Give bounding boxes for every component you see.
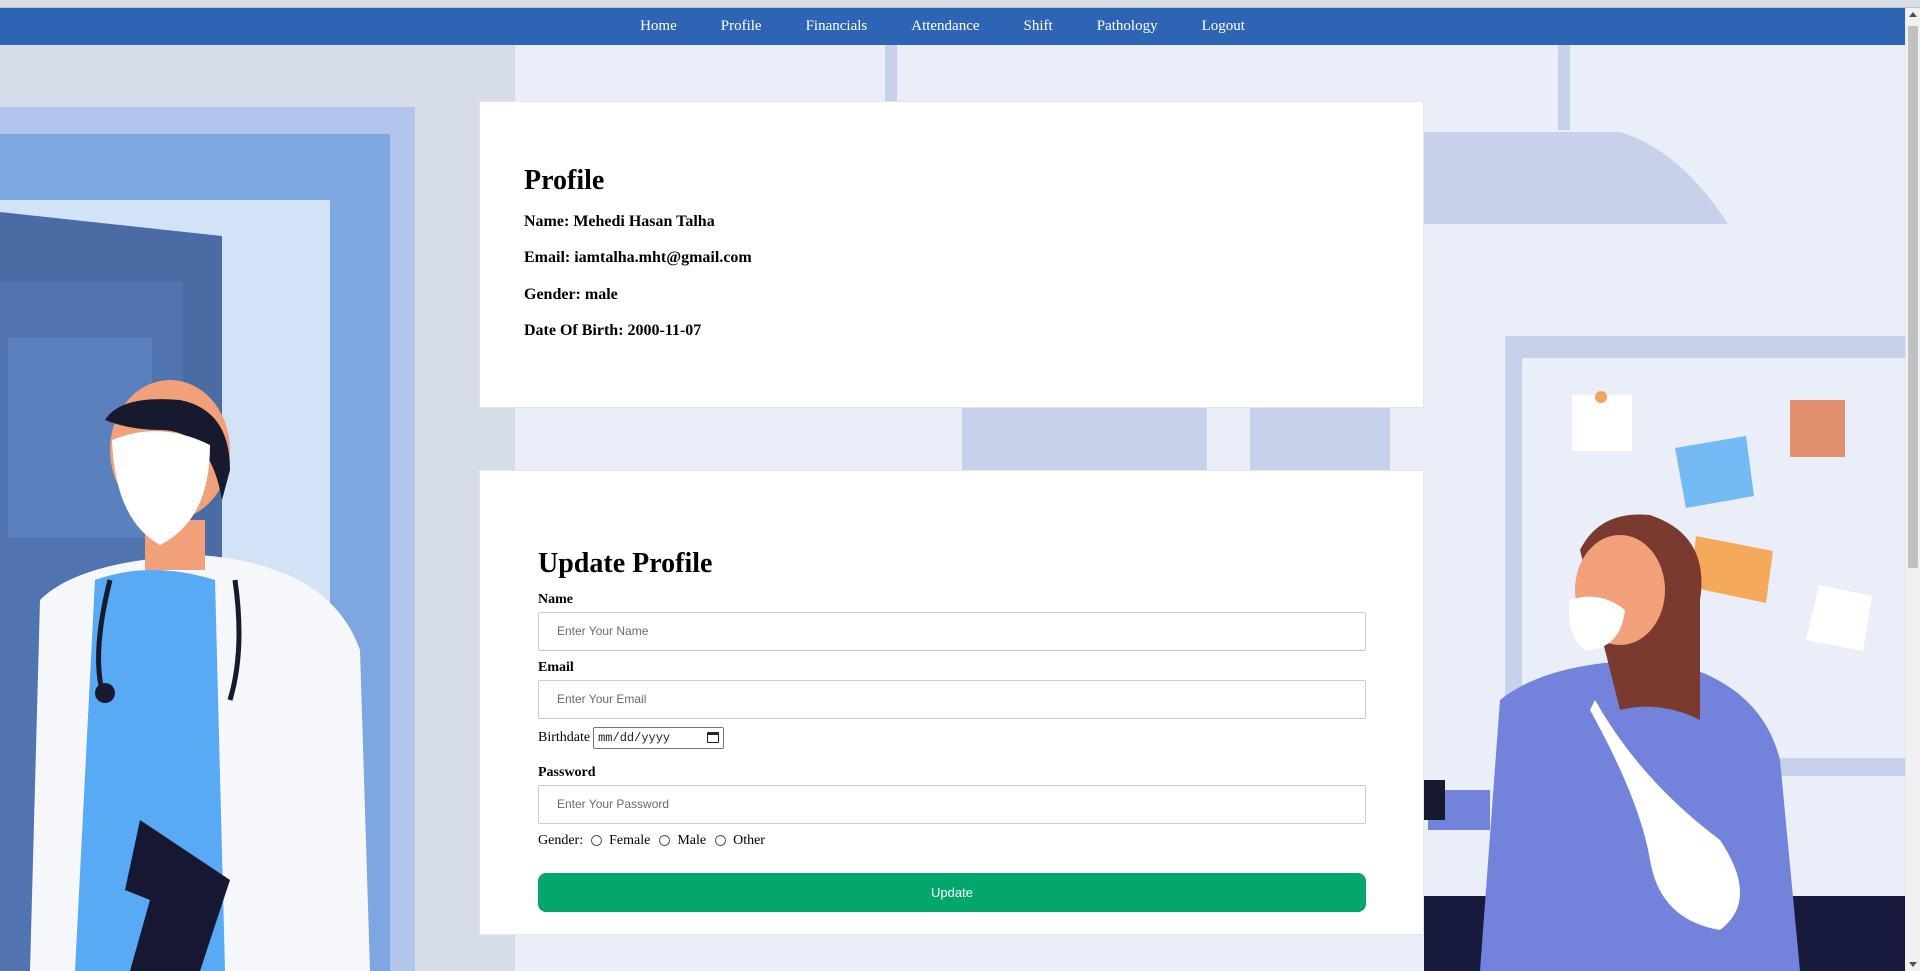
nav-attendance[interactable]: Attendance	[889, 18, 1001, 35]
profile-name-value: Mehedi Hasan Talha	[573, 212, 715, 230]
nav-logout[interactable]: Logout	[1180, 18, 1267, 35]
profile-name-label: Name:	[524, 212, 570, 230]
profile-card: Profile Name: Mehedi Hasan Talha Email: …	[479, 101, 1424, 408]
scrollbar-thumb[interactable]	[1908, 26, 1918, 568]
nav-pathology[interactable]: Pathology	[1075, 18, 1180, 35]
profile-dob-label: Date Of Birth:	[524, 321, 624, 339]
gender-other-radio[interactable]	[715, 835, 727, 847]
gender-other-label: Other	[733, 832, 765, 848]
birthdate-placeholder: mm/dd/yyyy	[598, 730, 671, 745]
nav-home[interactable]: Home	[640, 18, 699, 35]
nav-financials[interactable]: Financials	[784, 18, 890, 35]
name-field-label: Name	[538, 591, 573, 607]
gender-label: Gender:	[538, 832, 584, 848]
name-input[interactable]	[538, 611, 1366, 651]
browser-top-strip	[0, 0, 1920, 8]
calendar-icon[interactable]	[707, 732, 720, 744]
profile-dob-value: 2000-11-07	[627, 321, 702, 339]
gender-female-label: Female	[609, 832, 651, 848]
gender-male-radio[interactable]	[659, 835, 671, 847]
gender-row: Gender: Female Male Other	[538, 833, 1365, 849]
email-field-label: Email	[538, 659, 574, 675]
top-navbar: Home Profile Financials Attendance Shift…	[0, 8, 1905, 45]
profile-gender-label: Gender:	[524, 285, 581, 303]
profile-email-label: Email:	[524, 249, 571, 267]
password-field-label: Password	[538, 764, 596, 780]
update-profile-card: Update Profile Name Email Birthdate mm/d…	[479, 470, 1424, 935]
email-input[interactable]	[538, 679, 1366, 719]
password-input[interactable]	[538, 784, 1366, 824]
nav-profile[interactable]: Profile	[699, 18, 784, 35]
birthdate-row: Birthdate mm/dd/yyyy	[538, 726, 1365, 749]
birthdate-input[interactable]: mm/dd/yyyy	[593, 726, 725, 749]
profile-gender-row: Gender: male	[524, 286, 1379, 304]
profile-email-value: iamtalha.mht@gmail.com	[574, 249, 752, 267]
page-scrollbar[interactable]	[1905, 8, 1920, 971]
profile-name-row: Name: Mehedi Hasan Talha	[524, 213, 1379, 231]
scroll-up-arrow-icon[interactable]	[1909, 12, 1917, 17]
update-button[interactable]: Update	[538, 872, 1366, 912]
nav-shift[interactable]: Shift	[1002, 18, 1075, 35]
gender-male-label: Male	[677, 832, 707, 848]
profile-dob-row: Date Of Birth: 2000-11-07	[524, 322, 1379, 340]
nav-menu: Home Profile Financials Attendance Shift…	[640, 18, 1267, 35]
gender-female-radio[interactable]	[591, 835, 603, 847]
scroll-down-arrow-icon[interactable]	[1909, 962, 1917, 967]
profile-gender-value: male	[584, 285, 618, 303]
update-profile-title: Update Profile	[538, 548, 713, 579]
birthdate-label: Birthdate	[538, 729, 591, 745]
profile-email-row: Email: iamtalha.mht@gmail.com	[524, 249, 1379, 267]
profile-title: Profile	[524, 165, 605, 196]
